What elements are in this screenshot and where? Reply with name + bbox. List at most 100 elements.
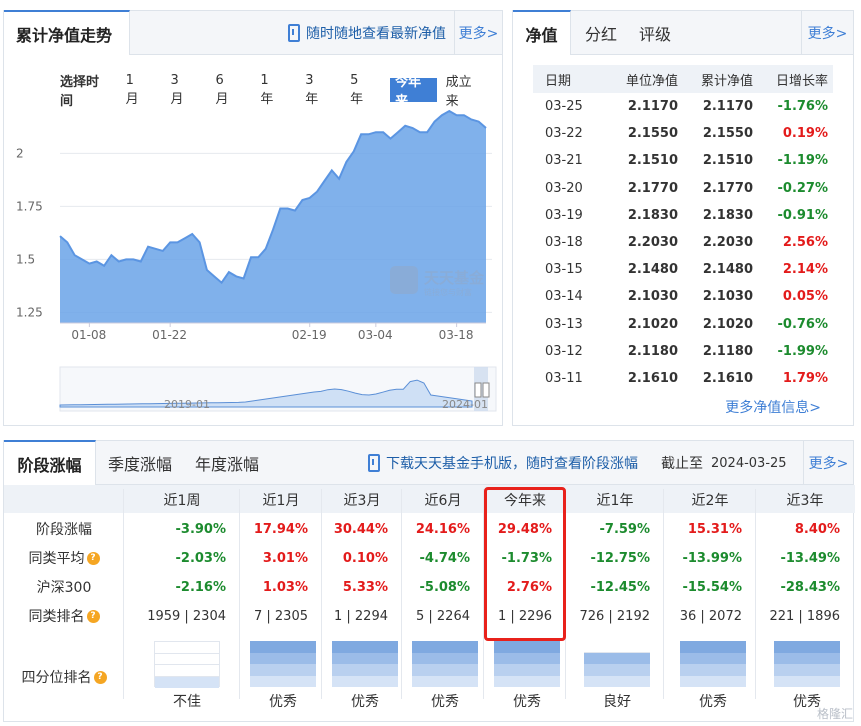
category-rank-cell: 36 | 2072	[679, 608, 742, 624]
nav-trend-chart[interactable]: 1.25 1.5 1.75 2 01-08 01-22 02-19 03-04 03-18 天…	[4, 101, 502, 416]
perf-row-label: 同类平均?	[4, 544, 124, 572]
hs300-cell: -2.16%	[175, 579, 227, 595]
perf-promo-text[interactable]: 下载天天基金手机版，随时查看阶段涨幅	[386, 453, 638, 473]
time-btn-3y[interactable]: 3年	[300, 73, 330, 107]
nav-history-panel: 净值 分红 评级 更多> 日期 单位净值 累计净值 日增长率 03-25 2.11…	[512, 10, 854, 426]
nav-daily-change: -0.27%	[777, 180, 829, 196]
nav-daily-change: 0.05%	[782, 289, 828, 305]
quartile-label: 优秀	[269, 694, 297, 710]
x-tick-label: 01-22	[152, 328, 187, 342]
watermark-subtext: 链接您与财富	[424, 287, 472, 297]
nav-unit-value: 2.1180	[627, 343, 678, 359]
tab-annual-returns[interactable]: 年度涨幅	[195, 441, 259, 485]
help-icon[interactable]: ?	[86, 551, 100, 565]
navigator-handle-left[interactable]	[474, 382, 482, 398]
nav-daily-change: -0.76%	[777, 316, 829, 332]
nav-date: 03-21	[545, 153, 583, 169]
quartile-bar	[774, 641, 840, 687]
trend-title-tab[interactable]: 累计净值走势	[4, 10, 130, 55]
col-date: 日期	[545, 73, 572, 89]
category-rank-cell: 1959 | 2304	[147, 608, 226, 624]
quartile-segment	[494, 652, 560, 664]
stage-return-cell: 17.94%	[253, 521, 308, 537]
time-btn-5y[interactable]: 5年	[345, 73, 375, 107]
nav-acc-value: 2.1770	[702, 180, 753, 196]
quartile-bar	[494, 641, 560, 687]
nav-table-row: 03-20 2.1770 2.1770 -0.27%	[533, 175, 833, 202]
quartile-segment	[155, 665, 219, 677]
navigator-handle-right[interactable]	[482, 382, 490, 398]
quartile-segment	[680, 652, 746, 664]
tab-stage-returns[interactable]: 阶段涨幅	[4, 440, 96, 485]
nav-date: 03-25	[545, 99, 583, 115]
hs300-cell: -28.43%	[780, 579, 840, 595]
tab-dividend[interactable]: 分红	[585, 11, 617, 55]
category-avg-cell: -12.75%	[590, 550, 650, 566]
hs300-cell: -12.45%	[590, 579, 650, 595]
category-avg-cell: -4.74%	[419, 550, 471, 566]
x-tick-label: 02-19	[292, 328, 327, 342]
category-avg-cell: -13.49%	[780, 550, 840, 566]
time-btn-6m[interactable]: 6月	[210, 73, 240, 107]
quartile-segment	[250, 664, 316, 676]
ytd-highlight-box	[484, 487, 566, 641]
stage-return-cell: 30.44%	[333, 521, 388, 537]
navigator-label-start: 2019-01	[164, 398, 210, 411]
nav-acc-value: 2.1510	[702, 153, 753, 169]
quartile-segment	[412, 652, 478, 664]
nav-acc-value: 2.1550	[702, 126, 753, 142]
hs300-cell: -5.08%	[419, 579, 471, 595]
tab-nav[interactable]: 净值	[513, 10, 571, 55]
trend-promo[interactable]: 随时随地查看最新净值	[288, 11, 446, 55]
trend-promo-text[interactable]: 随时随地查看最新净值	[306, 23, 446, 43]
quartile-segment	[332, 664, 398, 676]
tab-quarterly-returns[interactable]: 季度涨幅	[108, 441, 172, 485]
perf-promo[interactable]: 下载天天基金手机版，随时查看阶段涨幅	[368, 441, 638, 485]
hs300-cell: -15.54%	[682, 579, 742, 595]
nav-date: 03-19	[545, 207, 583, 223]
nav-table-row: 03-22 2.1550 2.1550 0.19%	[533, 120, 833, 147]
nav-table-row: 03-14 2.1030 2.1030 0.05%	[533, 283, 833, 310]
nav-daily-change: -0.91%	[777, 207, 829, 223]
quartile-segment	[774, 652, 840, 664]
quartile-segment	[250, 652, 316, 664]
hs300-cell: 5.33%	[342, 579, 388, 595]
quartile-segment	[250, 675, 316, 687]
nav-unit-value: 2.1480	[627, 262, 678, 278]
chart-navigator[interactable]: 2019-01 2024-01	[59, 366, 497, 412]
quartile-segment	[494, 641, 560, 653]
nav-panel-header: 净值 分红 评级 更多>	[513, 10, 853, 55]
trend-panel-header: 累计净值走势 随时随地查看最新净值 更多>	[4, 10, 502, 55]
category-rank-cell: 726 | 2192	[579, 608, 650, 624]
nav-more-link[interactable]: 更多>	[801, 11, 853, 55]
trend-more-link[interactable]: 更多>	[454, 11, 502, 55]
time-btn-1y[interactable]: 1年	[255, 73, 285, 107]
time-btn-1m[interactable]: 1月	[121, 73, 151, 107]
quartile-label: 优秀	[431, 694, 459, 710]
period-header: 近1周	[163, 493, 201, 509]
quartile-bar	[680, 641, 746, 687]
performance-panel: 阶段涨幅 季度涨幅 年度涨幅 下载天天基金手机版，随时查看阶段涨幅 截止至 20…	[3, 440, 855, 722]
category-rank-cell: 7 | 2305	[254, 608, 308, 624]
quartile-segment	[774, 664, 840, 676]
nav-unit-value: 2.1030	[627, 289, 678, 305]
time-btn-since-inception[interactable]: 成立来	[441, 75, 487, 109]
nav-acc-value: 2.1830	[702, 207, 753, 223]
time-btn-ytd[interactable]: 今年来	[390, 75, 437, 109]
perf-row-label-text: 沪深300	[36, 580, 92, 596]
more-nav-info-link[interactable]: 更多净值信息>	[725, 397, 821, 417]
quartile-segment	[332, 652, 398, 664]
perf-more-link[interactable]: 更多>	[803, 441, 853, 485]
help-icon[interactable]: ?	[86, 609, 100, 623]
category-avg-cell: 0.10%	[342, 550, 388, 566]
help-icon[interactable]: ?	[93, 670, 107, 684]
tab-rating[interactable]: 评级	[639, 11, 671, 55]
nav-acc-value: 2.1180	[702, 343, 753, 359]
time-btn-3m[interactable]: 3月	[166, 73, 196, 107]
stage-return-cell: 24.16%	[415, 521, 470, 537]
nav-date: 03-22	[545, 126, 583, 142]
perf-row-label: 阶段涨幅	[4, 515, 124, 543]
quartile-segment	[155, 642, 219, 654]
nav-table-row: 03-12 2.1180 2.1180 -1.99%	[533, 338, 833, 365]
quartile-bar	[412, 641, 478, 687]
